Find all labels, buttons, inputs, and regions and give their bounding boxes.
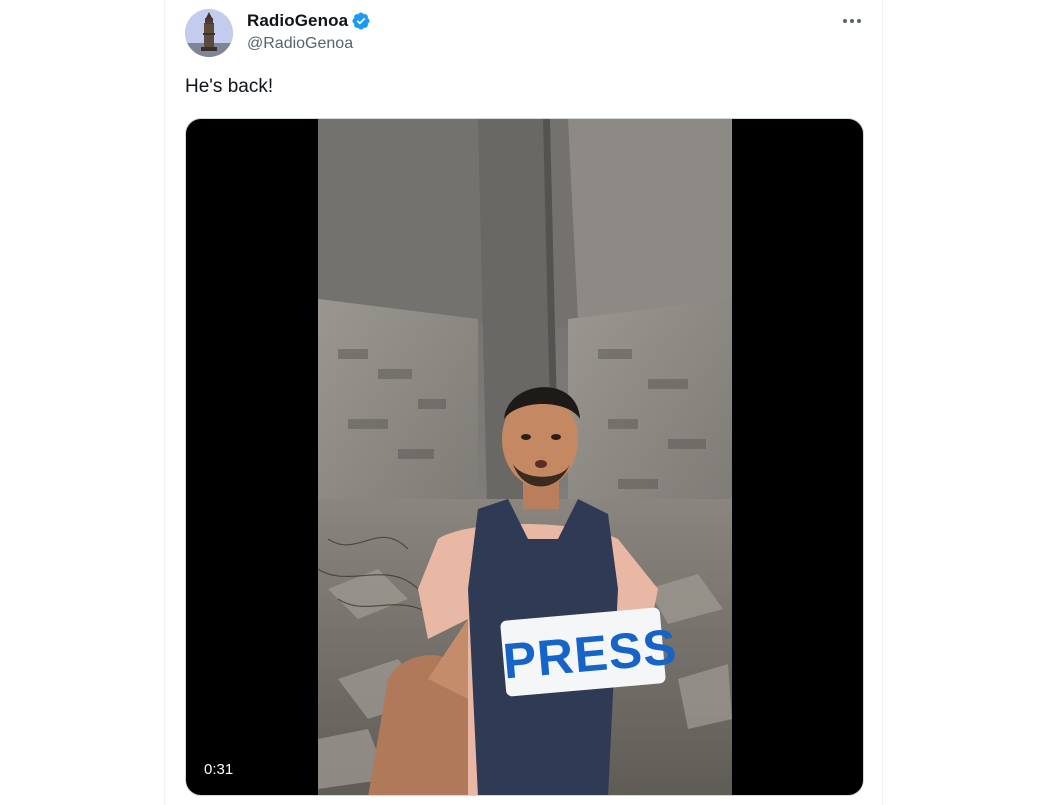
video-duration-badge: 0:31 [198,759,240,780]
tweet-article[interactable]: RadioGenoa @RadioGenoa He's back! PRESS … [164,0,883,805]
video-frame[interactable]: PRESS [318,119,732,795]
author-display-name[interactable]: RadioGenoa [247,11,348,31]
video-player[interactable]: PRESS 0:31 [185,118,864,796]
video-thumbnail [318,119,732,795]
more-options-button[interactable] [837,8,867,34]
verified-badge-icon [351,11,371,31]
author-handle[interactable]: @RadioGenoa [247,35,353,53]
page: RadioGenoa @RadioGenoa He's back! PRESS … [0,0,1050,805]
author-avatar[interactable] [185,9,233,57]
author-name-row[interactable]: RadioGenoa [247,10,371,32]
more-options-icon [843,19,861,23]
tweet-text: He's back! [185,76,274,97]
lighthouse-avatar-image [185,9,233,57]
